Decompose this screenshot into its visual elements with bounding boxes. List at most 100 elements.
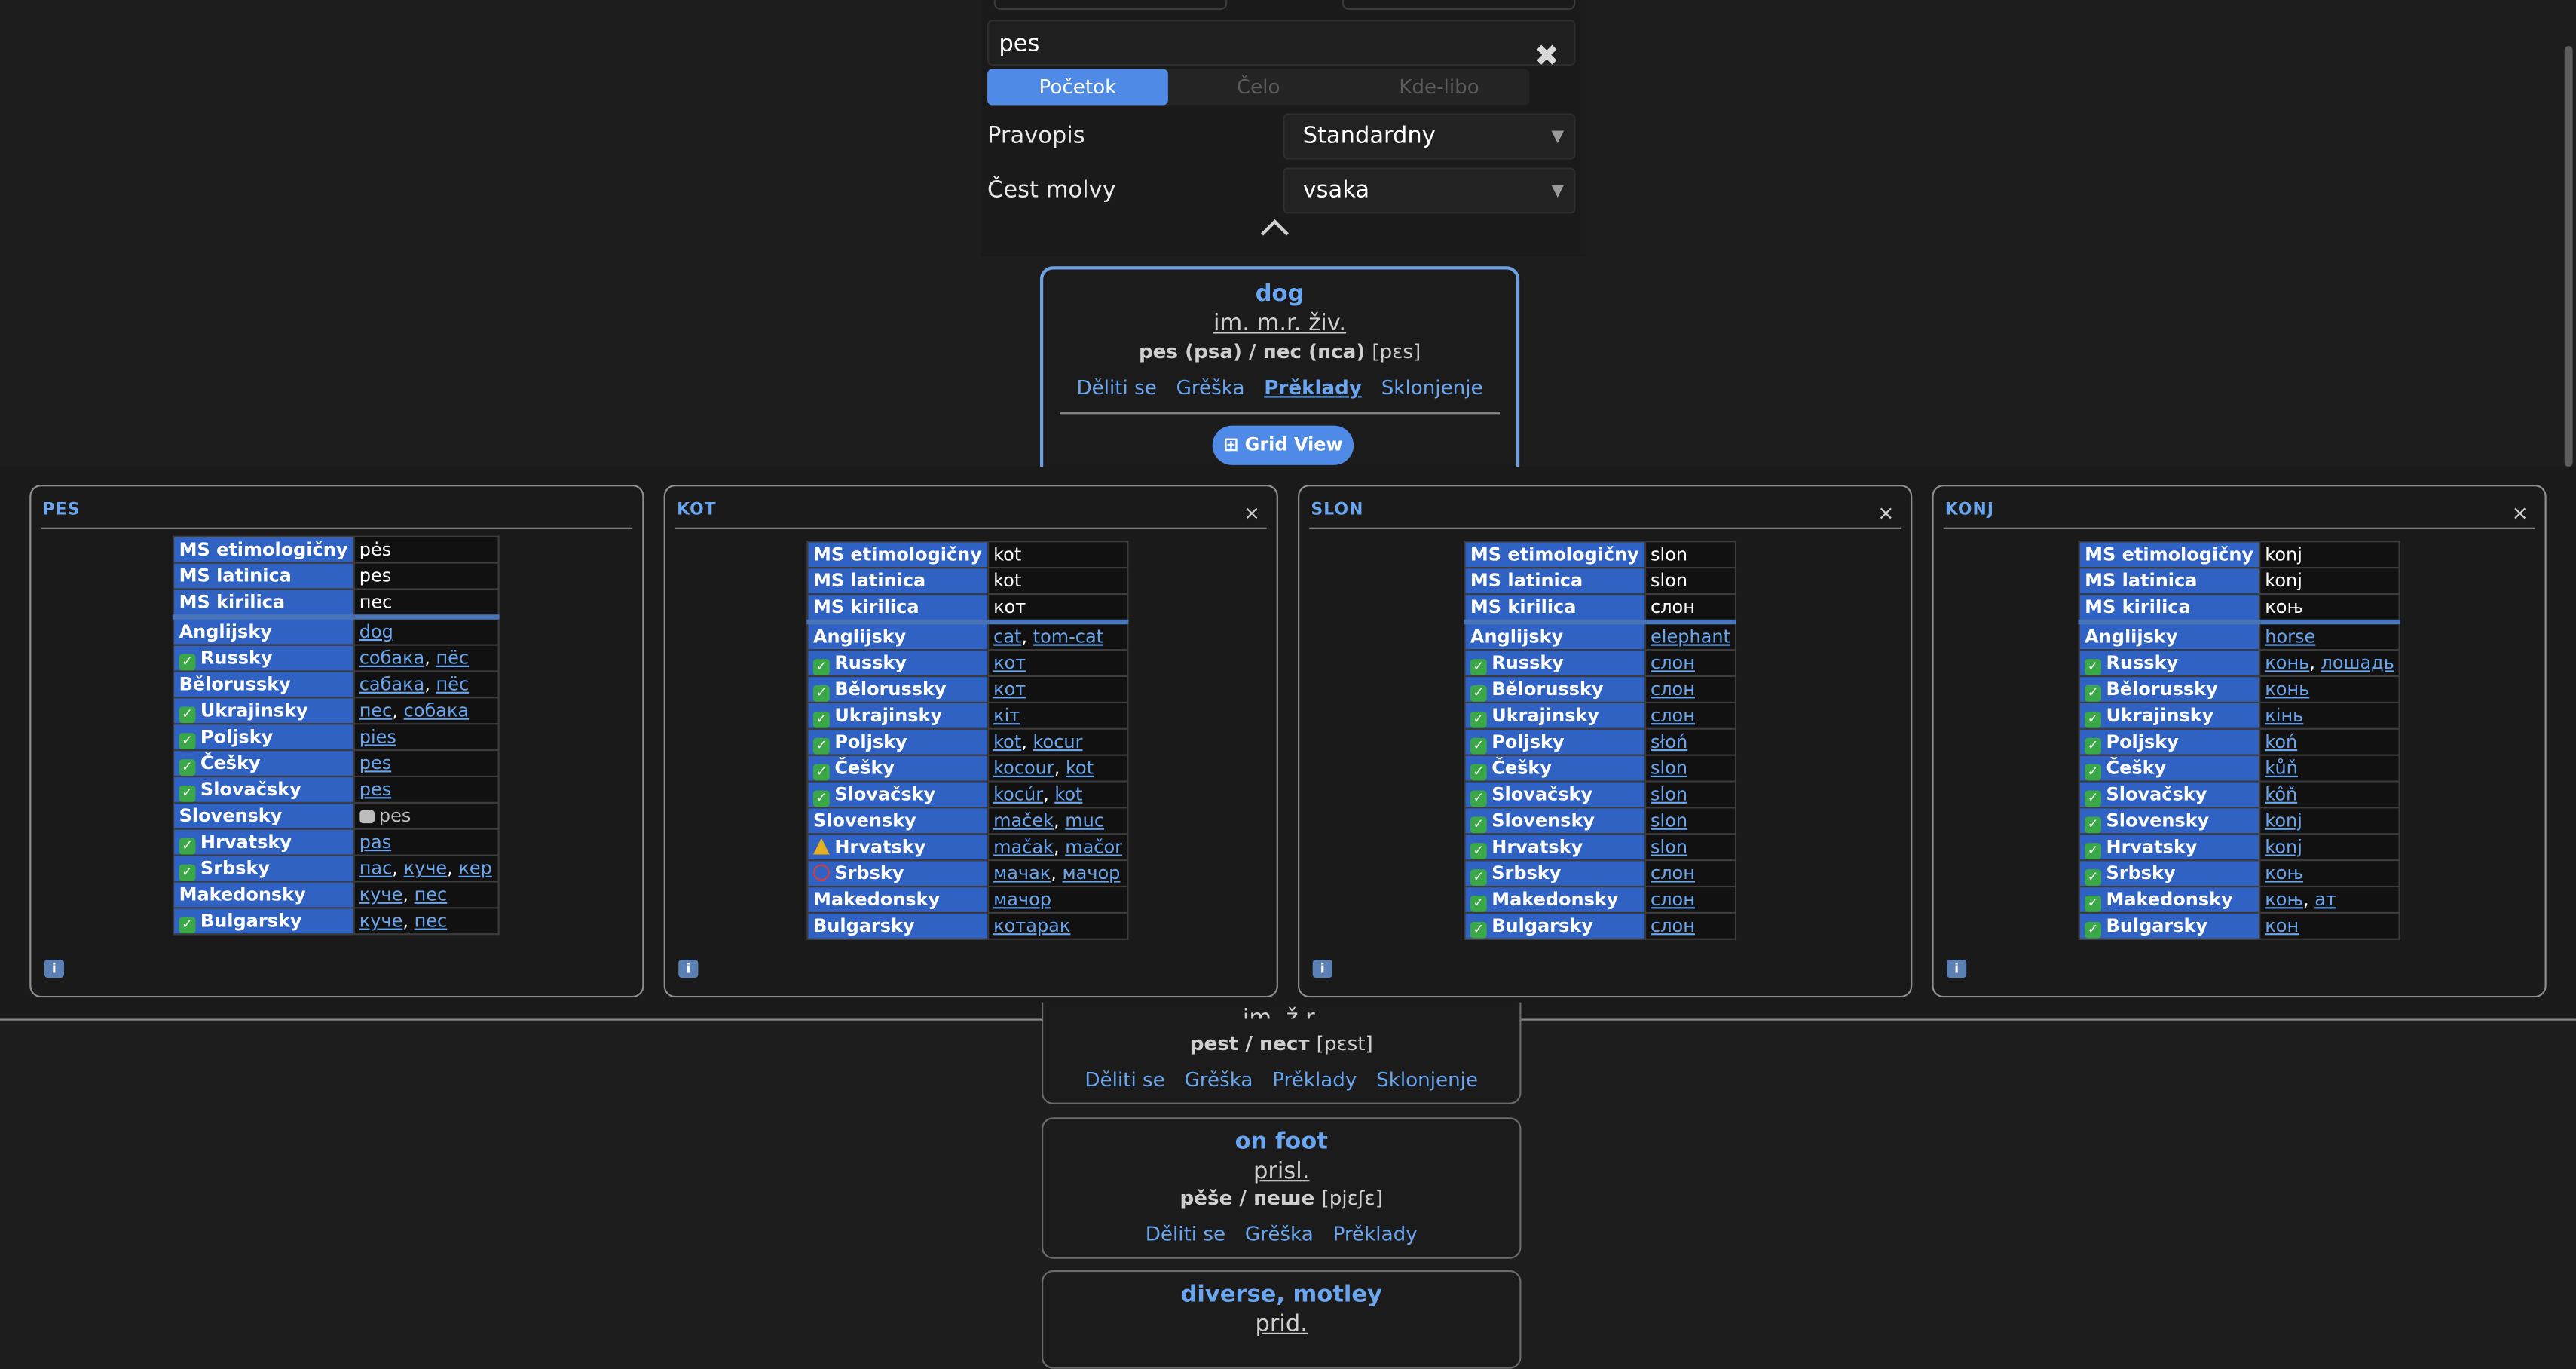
translation-link[interactable]: pes xyxy=(359,752,391,773)
translation-link[interactable]: słoń xyxy=(1651,731,1687,752)
panel-divider xyxy=(41,527,633,529)
close-icon[interactable]: × xyxy=(1877,501,1894,525)
translation-link[interactable]: pas xyxy=(359,832,391,853)
error-link[interactable]: Grěška xyxy=(1245,1223,1314,1246)
translation-link[interactable]: kôň xyxy=(2265,784,2297,805)
translation-link[interactable]: koń xyxy=(2265,731,2297,752)
translation-link[interactable]: konj xyxy=(2265,837,2302,858)
share-link[interactable]: Děliti se xyxy=(1076,376,1156,400)
share-link[interactable]: Děliti se xyxy=(1085,1068,1164,1092)
translation-link[interactable]: куче xyxy=(359,884,403,905)
translation-link[interactable]: kot xyxy=(1054,784,1082,805)
translation-link[interactable]: коњ xyxy=(2265,889,2303,910)
translation-link[interactable]: слон xyxy=(1651,652,1695,673)
grid-view-button[interactable]: ⊞ Grid View xyxy=(1212,425,1354,465)
translation-link[interactable]: лошадь xyxy=(2321,652,2394,673)
error-link[interactable]: Grěška xyxy=(1185,1068,1253,1092)
translation-link[interactable]: слон xyxy=(1651,862,1695,884)
translations-link[interactable]: Prěklady xyxy=(1264,376,1362,400)
translation-link[interactable]: пес xyxy=(415,884,448,905)
share-link[interactable]: Děliti se xyxy=(1146,1223,1225,1246)
translation-link[interactable]: мачак xyxy=(993,862,1051,884)
translation-link[interactable]: slon xyxy=(1651,784,1687,805)
translation-link[interactable]: мачор xyxy=(993,889,1051,910)
translation-link[interactable]: konj xyxy=(2265,810,2302,832)
close-icon[interactable]: ✖ xyxy=(1534,39,1559,74)
scrollbar[interactable] xyxy=(2564,46,2573,467)
translation-link[interactable]: слон xyxy=(1651,705,1695,726)
info-icon[interactable]: i xyxy=(678,960,699,978)
card-title[interactable]: dog xyxy=(1043,281,1516,308)
translation-link[interactable]: kůň xyxy=(2265,758,2298,779)
card-title[interactable]: diverse, motley xyxy=(1043,1282,1519,1308)
translation-link[interactable]: слон xyxy=(1651,915,1695,936)
translation-link[interactable]: mačak xyxy=(993,837,1054,858)
translation-link[interactable]: cat xyxy=(993,626,1021,648)
translations-link[interactable]: Prěklady xyxy=(1272,1068,1357,1092)
cest-molvy-select[interactable]: vsaka ▼ xyxy=(1283,167,1576,214)
translation-link[interactable]: куче xyxy=(404,858,448,879)
translation-link[interactable]: куче xyxy=(359,911,403,932)
info-icon[interactable]: i xyxy=(1947,960,1967,978)
translation-link[interactable]: kocur xyxy=(1033,731,1083,752)
translation-link[interactable]: pes xyxy=(359,779,391,800)
translation-link[interactable]: dog xyxy=(359,621,393,642)
card-pos[interactable]: prid. xyxy=(1043,1311,1519,1337)
translation-link[interactable]: maček xyxy=(993,810,1054,832)
translation-link[interactable]: slon xyxy=(1651,758,1687,779)
translation-link[interactable]: кон xyxy=(2265,915,2299,936)
translation-link[interactable]: horse xyxy=(2265,626,2315,648)
translation-link[interactable]: пёс xyxy=(436,674,470,695)
translation-link[interactable]: котарак xyxy=(993,915,1070,936)
translation-link[interactable]: ат xyxy=(2314,889,2336,910)
translation-link[interactable]: kocúr xyxy=(993,784,1043,805)
language-label: ✓ Ukrajinsky xyxy=(1464,701,1646,730)
info-icon[interactable]: i xyxy=(44,960,65,978)
translation-link[interactable]: kot xyxy=(993,731,1021,752)
translation-link[interactable]: пёс xyxy=(436,648,469,669)
translation-link[interactable]: кіт xyxy=(993,705,1020,726)
translation-link[interactable]: слон xyxy=(1651,889,1695,910)
translation-link[interactable]: tom-cat xyxy=(1033,626,1103,648)
translation-link[interactable]: конь xyxy=(2265,678,2309,700)
translation-link[interactable]: кот xyxy=(993,652,1026,673)
translation-link[interactable]: собака xyxy=(359,648,425,669)
translation-link[interactable]: muc xyxy=(1065,810,1104,832)
close-icon[interactable]: × xyxy=(2512,501,2529,525)
translation-link[interactable]: пес xyxy=(415,911,448,932)
card-pos[interactable]: im. m.r. živ. xyxy=(1043,311,1516,337)
pravopis-select[interactable]: Standardny ▼ xyxy=(1283,113,1576,160)
declension-link[interactable]: Sklonjenje xyxy=(1381,376,1483,400)
translation-link[interactable]: pies xyxy=(359,726,396,747)
tab-kde-libo[interactable]: Kde-libo xyxy=(1349,69,1530,106)
translation-link[interactable]: мачор xyxy=(1063,862,1121,884)
tab-pocetok[interactable]: Početok xyxy=(987,69,1168,106)
translation-link[interactable]: elephant xyxy=(1651,626,1730,648)
translation-link[interactable]: mačor xyxy=(1065,837,1122,858)
card-pos[interactable]: im. ž.r. xyxy=(1043,1006,1519,1018)
translation-link[interactable]: кінь xyxy=(2265,705,2303,726)
info-icon[interactable]: i xyxy=(1312,960,1332,978)
language-label: Anglijsky xyxy=(2078,620,2260,651)
translation-link[interactable]: kocour xyxy=(993,758,1054,779)
translation-link[interactable]: кот xyxy=(993,678,1026,700)
translation-link[interactable]: конь xyxy=(2265,652,2309,673)
translation-link[interactable]: коњ xyxy=(2265,862,2303,884)
translations-link[interactable]: Prěklady xyxy=(1333,1223,1418,1246)
card-title[interactable]: on foot xyxy=(1043,1129,1519,1156)
error-link[interactable]: Grěška xyxy=(1176,376,1245,400)
close-icon[interactable]: × xyxy=(1244,501,1260,525)
card-pos[interactable]: prisl. xyxy=(1043,1159,1519,1185)
translation-link[interactable]: кер xyxy=(458,858,491,879)
translation-link[interactable]: slon xyxy=(1651,810,1687,832)
translation-link[interactable]: slon xyxy=(1651,837,1687,858)
declension-link[interactable]: Sklonjenje xyxy=(1376,1068,1478,1092)
translation-link[interactable]: слон xyxy=(1651,678,1695,700)
translation-link[interactable]: собака xyxy=(404,700,470,721)
translation-link[interactable]: пес xyxy=(359,700,393,721)
translation-link[interactable]: kot xyxy=(1066,758,1094,779)
tab-celo[interactable]: Čelo xyxy=(1168,69,1349,106)
search-input[interactable]: pes xyxy=(987,20,1576,66)
translation-link[interactable]: сабака xyxy=(359,674,425,695)
translation-link[interactable]: пас xyxy=(359,858,393,879)
